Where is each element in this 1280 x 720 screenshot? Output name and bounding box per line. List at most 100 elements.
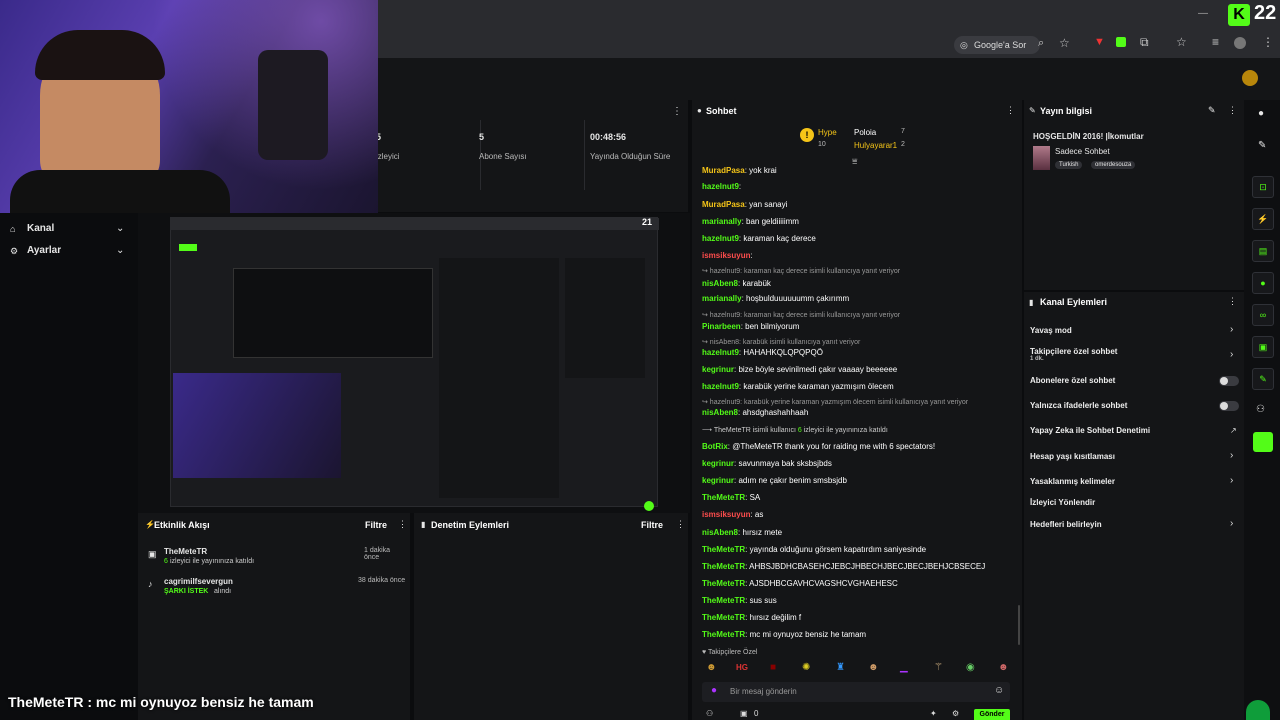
filter-button[interactable]: Filtre [641,520,663,530]
emote-row[interactable]: ☻ HG ■ ✺ ♜ ☻ ▁ ⚚ ◉ ☻ [702,660,1012,678]
chat-username[interactable]: nisAben8 [702,528,738,537]
send-button[interactable]: Gönder [974,709,1010,720]
chat-username[interactable]: ismsiksuyun [702,510,750,519]
chat-username[interactable]: TheMeteTR [702,545,745,554]
rail-users-icon[interactable]: ⚇ [1256,404,1265,415]
emote-icon[interactable]: ☻ [868,662,879,673]
rail-button-chat-icon[interactable]: ● [1252,272,1274,294]
chevron-right-icon[interactable]: › [1230,349,1233,360]
filter-button[interactable]: Filtre [365,520,387,530]
chat-message[interactable]: hazelnut9: [702,182,741,191]
chat-message[interactable]: hazelnut9: karabük yerine karaman yazmış… [702,382,894,391]
pencil-icon[interactable]: ✎ [1258,140,1266,151]
panel-menu-icon[interactable]: ⋮ [1228,296,1237,307]
bookmark-star-icon[interactable]: ☆ [1059,36,1070,50]
chat-username[interactable]: TheMeteTR [702,613,745,622]
channel-action-item[interactable]: Takipçilere özel sohbet 1 dk. [1030,347,1117,362]
reading-list-icon[interactable]: ≡ [1212,35,1219,49]
chevron-right-icon[interactable]: › [1230,450,1233,461]
chat-message[interactable]: kegrinur: bize böyle sevinilmedi çakır v… [702,365,897,374]
emote-icon[interactable]: ■ [770,662,776,673]
emote-icon[interactable]: ♜ [836,662,845,673]
extension-red-icon[interactable]: ▼ [1094,36,1105,48]
emote-icon[interactable]: ⚚ [934,662,943,673]
channel-action-item[interactable]: Hedefleri belirleyin [1030,520,1102,529]
chat-username[interactable]: hazelnut9 [702,234,739,243]
chat-message[interactable]: hazelnut9: HAHAHKQLQPQPQÖ [702,348,823,357]
chat-message[interactable]: kegrinur: savunmaya bak sksbsjbds [702,459,832,468]
chat-username[interactable]: marianally [702,294,742,303]
chat-message[interactable]: TheMeteTR: SA [702,493,760,502]
chat-input[interactable]: ● Bir mesaj gönderin ☺ [702,682,1010,702]
chat-username[interactable]: kegrinur [702,365,734,374]
chat-message[interactable]: nisAben8: hırsız mete [702,528,782,537]
kick-extension-icon[interactable] [1116,37,1126,47]
chevron-right-icon[interactable]: › [1230,324,1233,335]
chat-message[interactable]: TheMeteTR: hırsız değilim f [702,613,801,622]
emoji-icon[interactable]: ☺ [994,685,1004,696]
chat-message[interactable]: marianally: ban geldiiiiimm [702,217,799,226]
chat-username[interactable]: marianally [702,217,742,226]
chat-message[interactable]: hazelnut9: karaman kaç derece [702,234,816,243]
menu-kebab-icon[interactable]: ⋮ [1262,35,1274,49]
chat-username[interactable]: hazelnut9 [702,348,739,357]
panel-menu-icon[interactable]: ⋮ [398,519,407,530]
chat-message[interactable]: marianally: hoşbulduuuuuumm çakırımm [702,294,849,303]
chevron-right-icon[interactable]: › [1230,475,1233,486]
sidebar-item-kanal[interactable]: ⌂ Kanal ⌄ [10,223,128,237]
chat-username[interactable]: TheMeteTR [702,579,745,588]
minimize-icon[interactable]: — [1198,8,1208,19]
chat-message[interactable]: ismsiksuyun: [702,251,753,260]
chat-username[interactable]: TheMeteTR [702,630,745,639]
google-search-button[interactable]: ◎ Google'a Sor [954,36,1040,54]
channel-action-item[interactable]: Abonelere özel sohbet [1030,376,1115,385]
favorites-icon[interactable]: ☆ [1176,35,1187,49]
microphone-icon[interactable]: ● [711,685,717,696]
chat-username[interactable]: hazelnut9 [702,382,739,391]
emote-icon[interactable]: ▁ [900,662,908,673]
help-bubble-icon[interactable] [1246,700,1270,720]
channel-action-item[interactable]: Yavaş mod [1030,326,1072,335]
channel-action-item[interactable]: Hesap yaşı kısıtlaması [1030,452,1115,461]
chat-message[interactable]: TheMeteTR: AHBSJBDHCBASEHCJEBCJHBECHJBEC… [702,562,985,571]
toggle-switch[interactable] [1219,401,1239,411]
chat-message[interactable]: nisAben8: karabük [702,279,771,288]
chat-message[interactable]: ↪ nisAben8: karabük isimli kullanıcıya y… [702,338,860,346]
panel-menu-icon[interactable]: ⋮ [672,106,682,117]
chevron-right-icon[interactable]: › [1230,518,1233,529]
chat-username[interactable]: kegrinur [702,459,734,468]
chat-message[interactable]: MuradPasa: yan sanayi [702,200,787,209]
sort-icon[interactable]: ⩸ [852,156,857,167]
chat-username[interactable]: TheMeteTR [702,596,745,605]
rail-button-tools-icon[interactable]: ✎ [1252,368,1274,390]
emote-icon[interactable]: HG [736,663,748,672]
edit-icon[interactable]: ✎ [1208,105,1216,116]
chat-message[interactable]: TheMeteTR: mc mi oynuyoz bensiz he tamam [702,630,866,639]
stream-preview[interactable]: 21 [138,213,690,513]
chat-username[interactable]: TheMeteTR [702,493,745,502]
chat-username[interactable]: nisAben8 [702,408,738,417]
rail-button-clipboard-icon[interactable]: ▤ [1252,240,1274,262]
rail-button-crop-icon[interactable]: ⊡ [1252,176,1274,198]
chat-username[interactable]: ismsiksuyun [702,251,750,260]
chat-username[interactable]: BotRix [702,442,728,451]
chat-username[interactable]: MuradPasa [702,200,745,209]
chat-message[interactable]: TheMeteTR: AJSDHBCGAVHCVAGSHCVGHAEHESC [702,579,898,588]
info-circle-icon[interactable]: ● [1258,108,1264,119]
zoom-icon[interactable]: ⌕ [1038,37,1044,50]
chat-message[interactable]: TheMeteTR: sus sus [702,596,777,605]
profile-avatar[interactable] [1234,37,1246,49]
pin-icon[interactable]: ✦ [930,709,937,718]
panel-menu-icon[interactable]: ⋮ [676,519,685,530]
chat-username[interactable]: nisAben8 [702,279,738,288]
panel-menu-icon[interactable]: ⋮ [1228,105,1237,116]
chat-message[interactable]: BotRix: @TheMeteTR thank you for raiding… [702,442,935,451]
chat-message[interactable]: ismsiksuyun: as [702,510,763,519]
external-link-icon[interactable]: ↗ [1230,426,1237,435]
rail-button-lightning-icon[interactable]: ⚡ [1252,208,1274,230]
channel-action-item[interactable]: Yapay Zeka ile Sohbet Denetimi [1030,426,1150,435]
chat-message[interactable]: Pinarbeen: ben bilmiyorum [702,322,799,331]
rail-button-media-icon[interactable]: ▣ [1252,336,1274,358]
emote-icon[interactable]: ◉ [966,662,975,673]
rail-bot-icon[interactable] [1253,432,1273,452]
